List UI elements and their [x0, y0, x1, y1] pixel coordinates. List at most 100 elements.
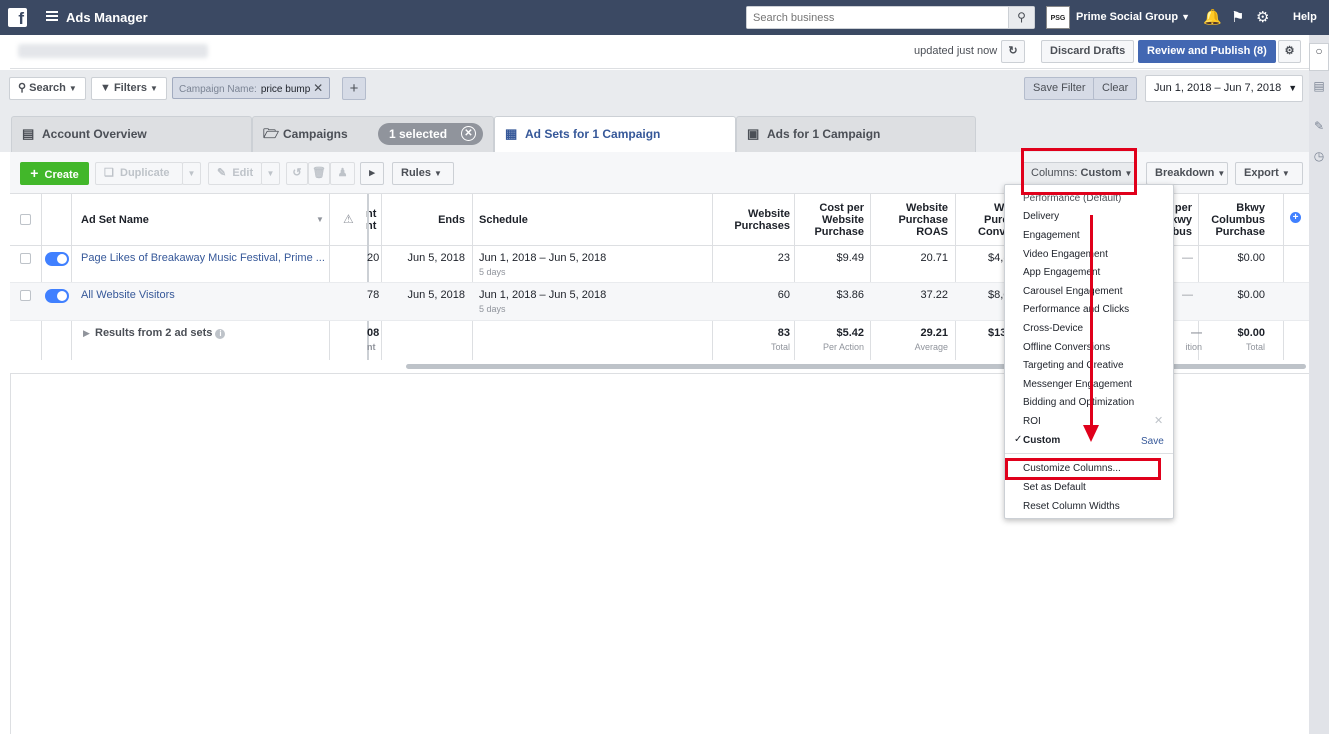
add-column-icon[interactable]: + — [1290, 212, 1301, 223]
ad-set-name-link[interactable]: Page Likes of Breakaway Music Festival, … — [81, 252, 325, 264]
selected-count-pill[interactable]: 1 selected ✕ — [378, 123, 483, 145]
menu-item-engagement[interactable]: Engagement — [1023, 230, 1080, 241]
empty-dash: — — [1182, 252, 1193, 264]
campaign-name-filter-chip[interactable]: Campaign Name: price bump ✕ — [172, 77, 331, 99]
annotation-highlight-columns — [1021, 148, 1137, 195]
info-icon[interactable]: i — [215, 329, 226, 339]
ad-set-toggle[interactable] — [45, 252, 69, 266]
schedule-value: Jun 1, 2018 – Jun 5, 2018 5 days — [479, 289, 606, 314]
revert-icon[interactable]: ↺ — [286, 162, 308, 185]
rules-button[interactable]: Rules ▼ — [392, 162, 454, 185]
sort-chevron-icon[interactable]: ▼ — [316, 215, 324, 224]
notifications-bell-icon[interactable]: 🔔 — [1203, 8, 1222, 26]
header-line: ROAS — [916, 226, 948, 238]
edit-dropdown[interactable]: ▼ — [261, 162, 280, 185]
close-icon[interactable]: ✕ — [313, 81, 323, 95]
tab-label: Ad Sets for 1 Campaign — [525, 127, 661, 141]
circle-icon[interactable]: ○ — [1309, 43, 1329, 71]
column-header-cost-per-purchase[interactable]: Cost per Website Purchase — [804, 202, 864, 238]
checkmark-icon: ✓ — [1014, 434, 1023, 445]
hamburger-menu-icon[interactable] — [46, 11, 58, 21]
chevron-down-icon: ▼ — [68, 84, 77, 93]
menu-item-roi[interactable]: ROI — [1023, 416, 1041, 427]
expand-chevron-icon[interactable]: ▶ — [83, 328, 90, 339]
settings-gear-icon[interactable]: ⚙ — [1278, 40, 1301, 63]
business-search-input[interactable] — [747, 7, 1007, 28]
date-range-picker[interactable]: Jun 1, 2018 – Jun 7, 2018 ▼ — [1145, 75, 1303, 102]
duplicate-button[interactable]: ❏ Duplicate — [95, 162, 183, 185]
menu-item-offline-conversions[interactable]: Offline Conversions — [1023, 342, 1110, 353]
menu-item-cross-device[interactable]: Cross-Device — [1023, 323, 1083, 334]
summary-value: 29.21 — [920, 327, 948, 339]
search-icon[interactable]: ⚲ — [1008, 7, 1034, 28]
remove-preset-icon[interactable]: ✕ — [1154, 414, 1163, 427]
menu-item-bidding-optimization[interactable]: Bidding and Optimization — [1023, 397, 1134, 408]
business-avatar[interactable]: PSG — [1046, 6, 1070, 29]
account-name-blurred[interactable] — [18, 44, 208, 58]
discard-drafts-button[interactable]: Discard Drafts — [1041, 40, 1135, 63]
menu-item-carousel-engagement[interactable]: Carousel Engagement — [1023, 286, 1123, 297]
schedule-range: Jun 1, 2018 – Jun 5, 2018 — [479, 252, 607, 264]
row-checkbox[interactable] — [20, 290, 31, 301]
column-header-schedule[interactable]: Schedule — [479, 214, 528, 226]
chart-icon[interactable]: ▤ — [1309, 79, 1329, 93]
export-button[interactable]: Export ▼ — [1235, 162, 1303, 185]
column-header-ad-set-name[interactable]: Ad Set Name — [81, 214, 149, 226]
settings-gear-icon[interactable]: ⚙ — [1256, 8, 1269, 26]
preview-icon[interactable]: ▸ — [360, 162, 384, 185]
tab-ads[interactable]: ▣ Ads for 1 Campaign — [736, 116, 976, 152]
save-preset-link[interactable]: Save — [1141, 436, 1164, 447]
business-search[interactable]: ⚲ — [746, 6, 1035, 29]
clock-icon[interactable]: ◷ — [1309, 149, 1329, 163]
column-header-purchase-roas[interactable]: Website Purchase ROAS — [880, 202, 948, 238]
flag-icon[interactable]: ⚑ — [1231, 8, 1244, 26]
add-filter-button[interactable]: + — [342, 77, 366, 100]
row-checkbox[interactable] — [20, 253, 31, 264]
menu-item-set-default[interactable]: Set as Default — [1023, 482, 1086, 493]
header-line: Purchases — [734, 220, 790, 232]
breakdown-label: Breakdown — [1155, 167, 1215, 179]
tab-ad-sets[interactable]: ▦ Ad Sets for 1 Campaign — [494, 116, 736, 152]
clear-filter-button[interactable]: Clear — [1093, 77, 1138, 100]
refresh-icon[interactable]: ↻ — [1001, 40, 1025, 63]
header-line: Columbus — [1211, 214, 1265, 226]
date-range-label: Jun 1, 2018 – Jun 7, 2018 — [1154, 82, 1282, 94]
ab-test-icon[interactable]: ♟ — [330, 162, 355, 185]
ends-value: Jun 5, 2018 — [407, 252, 466, 264]
search-filter-button[interactable]: ⚲ Search ▼ — [9, 77, 86, 100]
business-switcher[interactable]: Prime Social Group ▼ — [1076, 11, 1190, 23]
help-link[interactable]: Help — [1293, 11, 1317, 23]
create-button[interactable]: + Create — [20, 162, 89, 185]
ad-set-name-link[interactable]: All Website Visitors — [81, 289, 175, 301]
duplicate-dropdown[interactable]: ▼ — [182, 162, 201, 185]
menu-item-reset-widths[interactable]: Reset Column Widths — [1023, 501, 1120, 512]
menu-item-app-engagement[interactable]: App Engagement — [1023, 267, 1100, 278]
search-icon: ⚲ — [18, 82, 27, 94]
save-filter-button[interactable]: Save Filter — [1024, 77, 1095, 100]
facebook-logo-icon[interactable]: f — [8, 8, 27, 28]
summary-bkwy: $0.00 Total — [1210, 327, 1265, 352]
menu-item-messenger-engagement[interactable]: Messenger Engagement — [1023, 379, 1132, 390]
menu-item-delivery[interactable]: Delivery — [1023, 211, 1059, 222]
column-header-ends[interactable]: Ends — [410, 214, 465, 226]
tab-account-overview[interactable]: ▤ Account Overview — [11, 116, 252, 152]
review-publish-button[interactable]: Review and Publish (8) — [1138, 40, 1276, 63]
menu-item-video-engagement[interactable]: Video Engagement — [1023, 249, 1108, 260]
header-line: kwy — [1171, 214, 1192, 226]
pencil-icon[interactable]: ✎ — [1309, 119, 1329, 133]
edit-button[interactable]: ✎ Edit — [208, 162, 262, 185]
level-tabs: ▤ Account Overview 🗁 Campaigns ▦ Ad Sets fo… — [0, 106, 1309, 152]
ad-set-toggle[interactable] — [45, 289, 69, 303]
menu-item-performance-clicks[interactable]: Performance and Clicks — [1023, 304, 1129, 315]
column-header-bkwy-columbus[interactable]: Bkwy Columbus Purchase — [1200, 202, 1265, 238]
menu-item-custom[interactable]: Custom — [1023, 435, 1060, 446]
select-all-checkbox[interactable] — [20, 214, 31, 225]
trash-icon[interactable]: 🗑 — [308, 162, 330, 185]
clear-selection-icon[interactable]: ✕ — [461, 126, 476, 141]
breakdown-button[interactable]: Breakdown ▼ — [1146, 162, 1228, 185]
filters-button[interactable]: ▼ Filters ▼ — [91, 77, 167, 100]
ad-preview-icon: ▣ — [747, 126, 760, 141]
app-title: Ads Manager — [66, 10, 148, 25]
column-header-website-purchases[interactable]: Website Purchases — [730, 208, 790, 232]
menu-item-targeting-creative[interactable]: Targeting and Creative — [1023, 360, 1124, 371]
